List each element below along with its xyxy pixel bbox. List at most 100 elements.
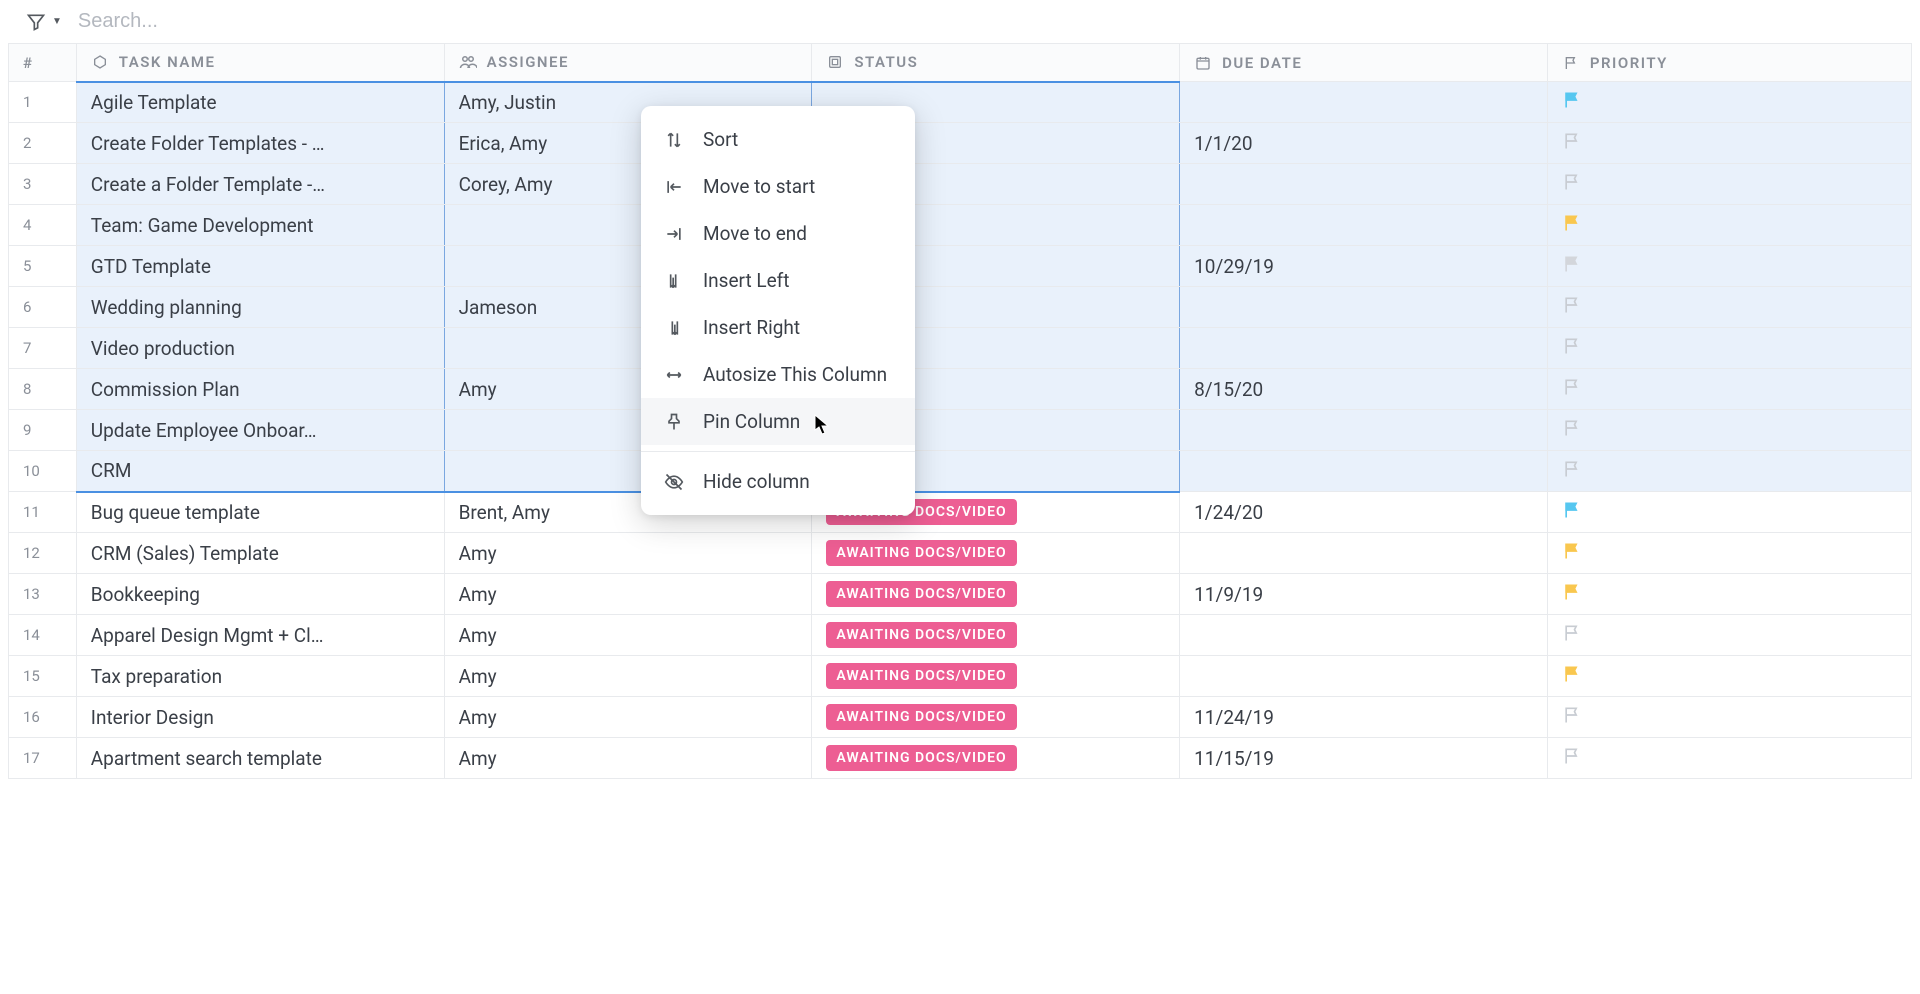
due-cell[interactable]: 10/29/19	[1180, 246, 1548, 287]
due-cell[interactable]	[1180, 164, 1548, 205]
flag-icon[interactable]	[1562, 377, 1582, 397]
table-row[interactable]: 9Update Employee Onboar…	[9, 410, 1912, 451]
assignee-cell[interactable]: Amy	[444, 656, 812, 697]
task-cell[interactable]: GTD Template	[76, 246, 444, 287]
due-cell[interactable]	[1180, 328, 1548, 369]
task-cell[interactable]: Interior Design	[76, 697, 444, 738]
search-input[interactable]	[78, 10, 278, 33]
task-cell[interactable]: Bookkeeping	[76, 574, 444, 615]
menu-item-autosize[interactable]: Autosize This Column	[641, 351, 915, 398]
table-row[interactable]: 17Apartment search templateAmyAWAITING D…	[9, 738, 1912, 779]
status-badge[interactable]: AWAITING DOCS/VIDEO	[826, 745, 1016, 771]
priority-cell[interactable]	[1547, 451, 1911, 492]
status-badge[interactable]: AWAITING DOCS/VIDEO	[826, 581, 1016, 607]
flag-icon[interactable]	[1562, 131, 1582, 151]
table-row[interactable]: 12CRM (Sales) TemplateAmyAWAITING DOCS/V…	[9, 533, 1912, 574]
flag-icon[interactable]	[1562, 295, 1582, 315]
status-cell[interactable]: AWAITING DOCS/VIDEO	[812, 615, 1180, 656]
assignee-cell[interactable]: Amy	[444, 533, 812, 574]
column-header-priority[interactable]: PRIORITY	[1547, 44, 1911, 82]
due-cell[interactable]: 11/9/19	[1180, 574, 1548, 615]
due-cell[interactable]	[1180, 82, 1548, 123]
status-badge[interactable]: AWAITING DOCS/VIDEO	[826, 622, 1016, 648]
assignee-cell[interactable]: Amy	[444, 697, 812, 738]
status-badge[interactable]: AWAITING DOCS/VIDEO	[826, 540, 1016, 566]
table-row[interactable]: 3Create a Folder Template -…Corey, Amy	[9, 164, 1912, 205]
priority-cell[interactable]	[1547, 697, 1911, 738]
task-cell[interactable]: CRM	[76, 451, 444, 492]
flag-icon[interactable]	[1562, 418, 1582, 438]
table-row[interactable]: 13BookkeepingAmyAWAITING DOCS/VIDEO11/9/…	[9, 574, 1912, 615]
task-cell[interactable]: Wedding planning	[76, 287, 444, 328]
task-cell[interactable]: Tax preparation	[76, 656, 444, 697]
table-row[interactable]: 7Video production	[9, 328, 1912, 369]
priority-cell[interactable]	[1547, 82, 1911, 123]
status-cell[interactable]: AWAITING DOCS/VIDEO	[812, 697, 1180, 738]
table-row[interactable]: 14Apparel Design Mgmt + Cl…AmyAWAITING D…	[9, 615, 1912, 656]
task-cell[interactable]: Commission Plan	[76, 369, 444, 410]
flag-icon[interactable]	[1562, 90, 1582, 110]
table-row[interactable]: 1Agile TemplateAmy, Justin	[9, 82, 1912, 123]
priority-cell[interactable]	[1547, 410, 1911, 451]
assignee-cell[interactable]: Amy	[444, 738, 812, 779]
flag-icon[interactable]	[1562, 664, 1582, 684]
menu-item-insert-left[interactable]: Insert Left	[641, 257, 915, 304]
priority-cell[interactable]	[1547, 656, 1911, 697]
status-badge[interactable]: AWAITING DOCS/VIDEO	[826, 704, 1016, 730]
priority-cell[interactable]	[1547, 492, 1911, 533]
table-row[interactable]: 2Create Folder Templates - …Erica, Amy1/…	[9, 123, 1912, 164]
task-cell[interactable]: Agile Template	[76, 82, 444, 123]
due-cell[interactable]	[1180, 287, 1548, 328]
task-cell[interactable]: Update Employee Onboar…	[76, 410, 444, 451]
flag-icon[interactable]	[1562, 746, 1582, 766]
menu-item-move-end[interactable]: Move to end	[641, 210, 915, 257]
task-cell[interactable]: Bug queue template	[76, 492, 444, 533]
table-row[interactable]: 6Wedding planningJameson	[9, 287, 1912, 328]
task-cell[interactable]: Apartment search template	[76, 738, 444, 779]
priority-cell[interactable]	[1547, 205, 1911, 246]
table-row[interactable]: 10CRM	[9, 451, 1912, 492]
due-cell[interactable]	[1180, 205, 1548, 246]
due-cell[interactable]	[1180, 615, 1548, 656]
priority-cell[interactable]	[1547, 164, 1911, 205]
due-cell[interactable]	[1180, 451, 1548, 492]
menu-item-hide[interactable]: Hide column	[641, 458, 915, 505]
due-cell[interactable]: 1/1/20	[1180, 123, 1548, 164]
status-badge[interactable]: AWAITING DOCS/VIDEO	[826, 663, 1016, 689]
priority-cell[interactable]	[1547, 123, 1911, 164]
assignee-cell[interactable]: Amy	[444, 615, 812, 656]
flag-icon[interactable]	[1562, 541, 1582, 561]
task-cell[interactable]: Create Folder Templates - …	[76, 123, 444, 164]
assignee-cell[interactable]: Amy	[444, 574, 812, 615]
status-cell[interactable]: AWAITING DOCS/VIDEO	[812, 656, 1180, 697]
flag-icon[interactable]	[1562, 172, 1582, 192]
flag-icon[interactable]	[1562, 213, 1582, 233]
menu-item-move-start[interactable]: Move to start	[641, 163, 915, 210]
task-cell[interactable]: CRM (Sales) Template	[76, 533, 444, 574]
menu-item-sort[interactable]: Sort	[641, 116, 915, 163]
priority-cell[interactable]	[1547, 533, 1911, 574]
flag-icon[interactable]	[1562, 459, 1582, 479]
table-row[interactable]: 5GTD Template10/29/19	[9, 246, 1912, 287]
flag-icon[interactable]	[1562, 623, 1582, 643]
column-header-num[interactable]: #	[9, 44, 77, 82]
flag-icon[interactable]	[1562, 254, 1582, 274]
due-cell[interactable]: 8/15/20	[1180, 369, 1548, 410]
status-cell[interactable]: AWAITING DOCS/VIDEO	[812, 738, 1180, 779]
menu-item-pin[interactable]: Pin Column	[641, 398, 915, 445]
flag-icon[interactable]	[1562, 582, 1582, 602]
status-cell[interactable]: AWAITING DOCS/VIDEO	[812, 533, 1180, 574]
menu-item-insert-right[interactable]: Insert Right	[641, 304, 915, 351]
table-row[interactable]: 8Commission PlanAmy8/15/20	[9, 369, 1912, 410]
flag-icon[interactable]	[1562, 705, 1582, 725]
due-cell[interactable]	[1180, 656, 1548, 697]
task-cell[interactable]: Create a Folder Template -…	[76, 164, 444, 205]
column-header-assignee[interactable]: ASSIGNEE	[444, 44, 812, 82]
filter-button[interactable]: ▼	[26, 12, 62, 32]
priority-cell[interactable]	[1547, 369, 1911, 410]
flag-icon[interactable]	[1562, 500, 1582, 520]
due-cell[interactable]	[1180, 410, 1548, 451]
table-row[interactable]: 4Team: Game Development	[9, 205, 1912, 246]
status-cell[interactable]: AWAITING DOCS/VIDEO	[812, 574, 1180, 615]
table-row[interactable]: 16Interior DesignAmyAWAITING DOCS/VIDEO1…	[9, 697, 1912, 738]
